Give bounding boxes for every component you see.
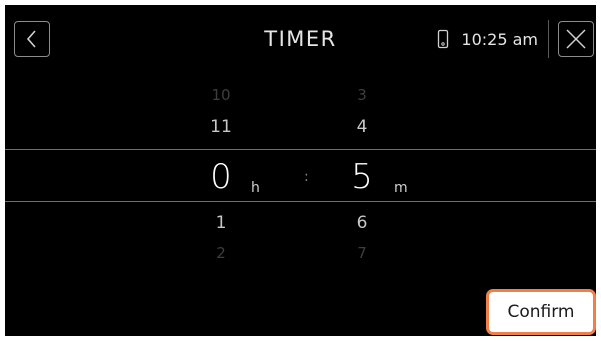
hour-option-next1[interactable]: 1	[191, 215, 251, 232]
minute-unit-label: m	[394, 180, 408, 196]
minute-option-next2[interactable]: 7	[332, 246, 392, 261]
minute-selected-value[interactable]: 5	[332, 160, 392, 194]
time-separator: :	[304, 169, 309, 185]
minute-option-next1[interactable]: 6	[332, 215, 392, 232]
timer-screen: TIMER 10:25 am 10 11 0 h 1 2 : 3 4 5 m 6…	[5, 5, 596, 336]
hour-option-prev2[interactable]: 10	[191, 88, 251, 103]
chevron-left-icon	[26, 30, 36, 48]
hour-selected-value[interactable]: 0	[191, 160, 251, 194]
close-button[interactable]	[558, 21, 594, 57]
selection-top-line	[5, 149, 596, 150]
minute-option-prev1[interactable]: 4	[332, 119, 392, 136]
clock-time: 10:25 am	[461, 29, 538, 49]
page-title: TIMER	[264, 27, 337, 51]
confirm-button[interactable]: Confirm	[486, 289, 596, 335]
back-button[interactable]	[14, 21, 50, 57]
close-icon	[566, 29, 586, 49]
header-divider	[548, 20, 549, 58]
minute-option-prev2[interactable]: 3	[332, 88, 392, 103]
hour-option-next2[interactable]: 2	[191, 246, 251, 261]
hour-unit-label: h	[251, 180, 260, 196]
selection-bottom-line	[5, 201, 596, 202]
status-area: 10:25 am	[437, 23, 538, 55]
phone-icon	[438, 29, 449, 49]
hour-option-prev1[interactable]: 11	[191, 119, 251, 136]
